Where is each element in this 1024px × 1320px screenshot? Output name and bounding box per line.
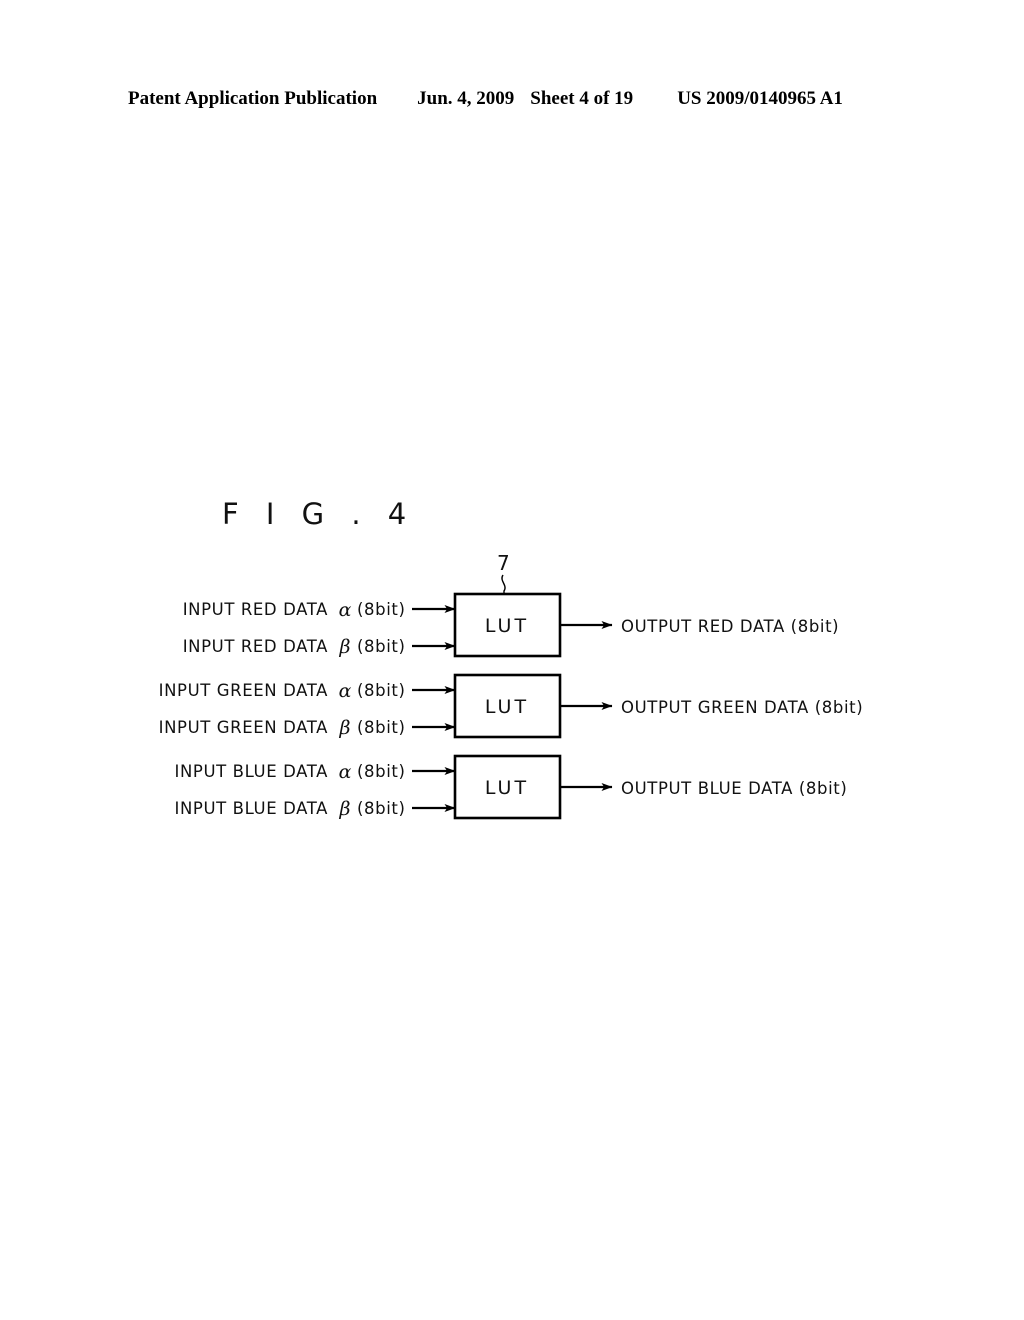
input-red-beta-bits: (8bit) bbox=[357, 637, 406, 656]
input-blue-alpha-bits: (8bit) bbox=[357, 762, 406, 781]
input-green-alpha-symbol: α bbox=[339, 680, 352, 702]
figure-4-block-diagram: 7 INPUT RED DATA α (8bit) INPUT RED DATA… bbox=[0, 0, 1024, 1320]
lut-block-blue-label: LUT bbox=[485, 777, 529, 799]
patent-drawing-page: Patent Application Publication Jun. 4, 2… bbox=[0, 0, 1024, 1320]
input-green-beta-label: INPUT GREEN DATA bbox=[159, 718, 328, 737]
input-red-alpha-bits: (8bit) bbox=[357, 600, 406, 619]
input-blue-alpha-label: INPUT BLUE DATA bbox=[174, 762, 328, 781]
input-blue-beta-symbol: β bbox=[339, 798, 351, 820]
output-blue-label: OUTPUT BLUE DATA (8bit) bbox=[621, 779, 847, 798]
input-red-beta-symbol: β bbox=[339, 636, 351, 658]
output-green-label: OUTPUT GREEN DATA (8bit) bbox=[621, 698, 863, 717]
input-blue-beta-label: INPUT BLUE DATA bbox=[174, 799, 328, 818]
lut-block-green-label: LUT bbox=[485, 696, 529, 718]
input-green-beta-bits: (8bit) bbox=[357, 718, 406, 737]
reference-numeral-7: 7 bbox=[497, 551, 510, 575]
input-red-alpha-label: INPUT RED DATA bbox=[183, 600, 328, 619]
output-red-label: OUTPUT RED DATA (8bit) bbox=[621, 617, 839, 636]
input-blue-beta-bits: (8bit) bbox=[357, 799, 406, 818]
input-green-alpha-label: INPUT GREEN DATA bbox=[159, 681, 328, 700]
input-green-alpha-bits: (8bit) bbox=[357, 681, 406, 700]
input-red-beta-label: INPUT RED DATA bbox=[183, 637, 328, 656]
input-green-beta-symbol: β bbox=[339, 717, 351, 739]
input-red-alpha-symbol: α bbox=[339, 599, 352, 621]
lut-block-red-label: LUT bbox=[485, 615, 529, 637]
input-blue-alpha-symbol: α bbox=[339, 761, 352, 783]
reference-leader-line bbox=[501, 574, 506, 594]
